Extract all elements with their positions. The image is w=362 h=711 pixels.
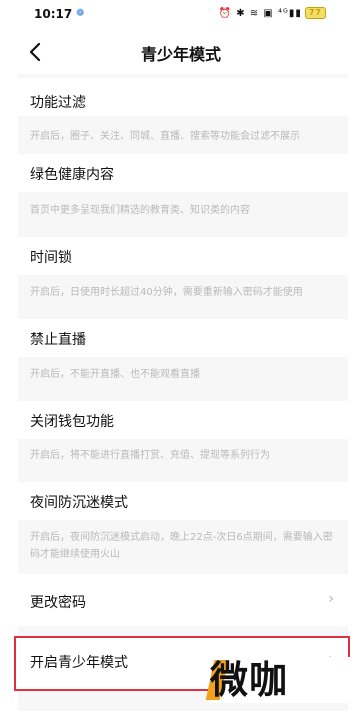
setting-description: 开启后，圈子、关注、同城、直播、搜索等功能会过滤不展示 xyxy=(30,131,300,142)
setting-description: 开启后，日使用时长超过40分钟，需要重新输入密码才能使用 xyxy=(30,287,303,298)
setting-wallet-off: 关闭钱包功能 xyxy=(18,401,348,439)
setting-description: 首页中更多呈现我们精选的教育类、知识类的内容 xyxy=(30,205,250,216)
page-title: 青少年模式 xyxy=(140,45,221,64)
setting-description: 开启后，将不能进行直播打赏、充值、提现等系列行为 xyxy=(30,450,270,461)
setting-content-filter: 功能过滤 xyxy=(18,78,348,116)
status-time: 10:17 xyxy=(34,7,73,21)
app-notification-icon: ❁ xyxy=(76,8,85,19)
setting-night-mode: 夜间防沉迷模式 xyxy=(18,482,348,520)
system-status-icons: ⏰ ✱ ≋ ▣ ⁴ᴳ▮▮ xyxy=(218,7,302,19)
setting-label: 关闭钱包功能 xyxy=(30,414,114,430)
watermark-text: 微咖 xyxy=(210,658,289,702)
battery-icon: 77 xyxy=(304,7,326,19)
change-password-item[interactable]: 更改密码 › xyxy=(18,574,348,626)
enable-teen-mode-label: 开启青少年模式 xyxy=(30,655,128,671)
setting-description: 开启后，不能开直播、也不能观看直播 xyxy=(30,369,200,380)
setting-label: 禁止直播 xyxy=(30,332,86,348)
setting-description: 开启后，夜间防沉迷模式启动，晚上22点-次日6点期间，需要输入密码才能继续使用火… xyxy=(30,532,333,560)
setting-label: 绿色健康内容 xyxy=(30,167,114,183)
system-icons: ⏰ ✱ ≋ ▣ ⁴ᴳ▮▮ 77 xyxy=(219,7,326,19)
setting-time-lock: 时间锁 xyxy=(18,237,348,275)
setting-label: 时间锁 xyxy=(30,250,72,266)
change-password-label: 更改密码 xyxy=(30,595,86,611)
watermark-logo: 微咖 xyxy=(205,657,360,703)
setting-label: 功能过滤 xyxy=(30,95,86,111)
chevron-right-icon: › xyxy=(328,591,334,607)
nav-bar: 青少年模式 xyxy=(0,30,362,74)
settings-list: 功能过滤 开启后，圈子、关注、同城、直播、搜索等功能会过滤不展示 绿色健康内容 … xyxy=(18,74,348,711)
setting-label: 夜间防沉迷模式 xyxy=(30,495,128,511)
setting-healthy-content: 绿色健康内容 xyxy=(18,154,348,192)
status-bar: 10:17 ❁ ⏰ ✱ ≋ ▣ ⁴ᴳ▮▮ 77 xyxy=(0,0,362,30)
setting-no-livestream: 禁止直播 xyxy=(18,319,348,357)
